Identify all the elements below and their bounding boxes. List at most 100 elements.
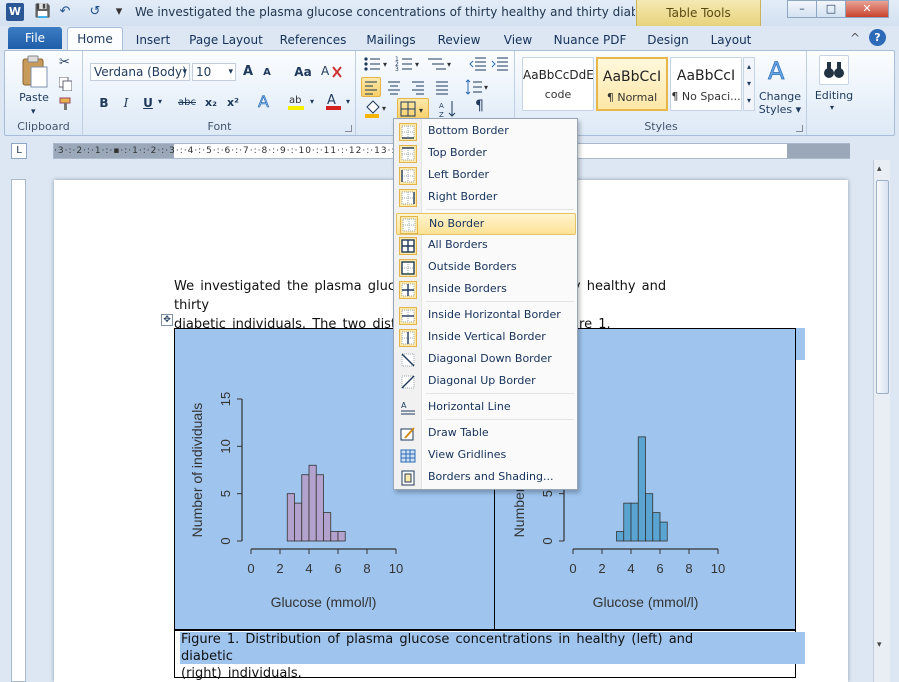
multilevel-list-icon[interactable]: ▾ (427, 55, 455, 73)
vertical-scrollbar[interactable]: ▴ ▾ (873, 160, 890, 682)
strikethrough-button[interactable]: abc (176, 93, 198, 113)
menu-item-inside-borders[interactable]: Inside Borders (396, 279, 576, 301)
tab-view[interactable]: View (498, 31, 538, 51)
menu-item-no-border[interactable]: No Border (396, 213, 576, 235)
menu-item-diagonal-up-border[interactable]: Diagonal Up Border (396, 371, 576, 393)
save-icon[interactable]: 💾 (34, 3, 52, 21)
align-center-icon[interactable] (385, 78, 403, 96)
change-styles-icon[interactable]: A (766, 53, 796, 87)
tab-selector-icon[interactable]: L (11, 143, 27, 159)
menu-item-top-border[interactable]: Top Border (396, 143, 576, 165)
menu-item-all-borders[interactable]: All Borders (396, 235, 576, 257)
histogram-bar (286, 493, 295, 542)
menu-item-diagonal-down-border[interactable]: Diagonal Down Border (396, 349, 576, 371)
qat-more-icon[interactable]: ▾ (110, 3, 128, 21)
align-left-button[interactable] (361, 77, 381, 97)
format-painter-icon[interactable] (59, 97, 73, 111)
sort-icon[interactable]: AZ (439, 99, 459, 119)
paste-dropdown-icon[interactable]: ▾ (31, 107, 36, 117)
maximize-button[interactable]: □ (816, 0, 846, 18)
align-right-icon[interactable] (409, 78, 427, 96)
shrink-font-button[interactable]: A (259, 63, 275, 83)
show-formatting-marks-button[interactable]: ¶ (475, 98, 484, 114)
collapse-ribbon-icon[interactable]: ^ (850, 31, 860, 45)
increase-indent-icon[interactable] (491, 55, 509, 73)
menu-item-borders-and-shading[interactable]: Borders and Shading... (396, 467, 576, 489)
menu-item-inside-vertical-border[interactable]: Inside Vertical Border (396, 327, 576, 349)
decrease-indent-icon[interactable] (469, 55, 487, 73)
menu-item-draw-table[interactable]: Draw Table (396, 423, 576, 445)
styles-scroll-icon[interactable]: ▴ ▾ ▾ (743, 57, 755, 111)
tab-insert[interactable]: Insert (128, 31, 178, 51)
line-spacing-icon[interactable]: ▾ (465, 78, 491, 96)
italic-button[interactable]: I (118, 93, 134, 113)
text-effects-icon[interactable]: A (256, 91, 278, 112)
tab-nuance-pdf[interactable]: Nuance PDF (552, 31, 628, 51)
copy-icon[interactable] (58, 76, 73, 92)
scroll-up-icon[interactable]: ▴ (877, 164, 882, 174)
editing-dropdown-icon[interactable]: ▾ (830, 103, 834, 112)
highlight-dropdown-icon[interactable]: ▾ (310, 97, 314, 106)
scroll-thumb[interactable] (876, 180, 889, 394)
underline-button[interactable]: U (140, 93, 156, 113)
clear-formatting-icon[interactable]: A (319, 59, 349, 81)
change-styles-button[interactable]: Change Styles ▾ (756, 90, 804, 116)
menu-item-horizontal-line[interactable]: A Horizontal Line (396, 397, 576, 419)
histogram-bar (308, 464, 317, 542)
font-color-icon[interactable]: A (324, 91, 344, 111)
menu-item-inside-horizontal-border[interactable]: Inside Horizontal Border (396, 305, 576, 327)
superscript-button[interactable]: x² (224, 93, 242, 113)
svg-text:A: A (401, 401, 407, 410)
style-no-spacing[interactable]: AaBbCcI ¶ No Spaci... (670, 57, 742, 111)
styles-dialog-launcher-icon[interactable] (796, 125, 803, 132)
highlight-color-icon[interactable]: ab (286, 91, 308, 111)
redo-icon[interactable]: ↺ (86, 3, 104, 21)
binoculars-icon[interactable] (819, 55, 849, 85)
cut-icon[interactable]: ✂ (59, 55, 70, 70)
menu-item-outside-borders[interactable]: Outside Borders (396, 257, 576, 279)
font-size-select[interactable]: 10 ▾ (192, 63, 236, 81)
tab-file[interactable]: File (8, 27, 62, 49)
table-move-handle-icon[interactable]: ✥ (161, 314, 173, 326)
menu-item-bottom-border[interactable]: Bottom Border (396, 121, 576, 143)
font-name-select[interactable]: Verdana (Body) ▾ (90, 63, 190, 81)
change-case-button[interactable]: Aa (290, 62, 316, 82)
help-icon[interactable]: ? (869, 29, 886, 46)
font-label: Font (207, 120, 232, 133)
tab-home[interactable]: Home (67, 27, 123, 51)
menu-item-view-gridlines[interactable]: View Gridlines (396, 445, 576, 467)
undo-icon[interactable]: ↶ (56, 3, 74, 21)
tab-mailings[interactable]: Mailings (362, 31, 420, 51)
font-color-dropdown-icon[interactable]: ▾ (346, 97, 350, 106)
close-button[interactable]: ✕ (845, 0, 889, 18)
paste-button[interactable]: Paste (13, 91, 55, 104)
tab-layout[interactable]: Layout (706, 31, 756, 51)
menu-item-label: Diagonal Down Border (428, 352, 552, 365)
word-app-icon[interactable]: W (6, 3, 24, 21)
scroll-down-icon[interactable]: ▾ (877, 640, 882, 650)
editing-button[interactable]: Editing (809, 89, 859, 102)
figure-caption[interactable]: Figure 1. Distribution of plasma glucose… (181, 631, 751, 682)
tab-review[interactable]: Review (433, 31, 485, 51)
borders-button[interactable]: ▾ (397, 98, 429, 120)
paste-icon[interactable] (19, 55, 49, 89)
editing-group[interactable]: Editing ▾ (809, 51, 865, 135)
tab-references[interactable]: References (278, 31, 348, 51)
numbering-icon[interactable]: 1 2 3 ▾ (395, 55, 423, 73)
bold-button[interactable]: B (96, 93, 112, 113)
grow-font-button[interactable]: A (239, 62, 257, 82)
font-dialog-launcher-icon[interactable] (345, 125, 352, 132)
style-code[interactable]: AaBbCcDdE code (522, 57, 594, 111)
menu-item-left-border[interactable]: Left Border (396, 165, 576, 187)
subscript-button[interactable]: x₂ (202, 93, 220, 113)
vertical-ruler[interactable] (11, 179, 26, 682)
justify-icon[interactable] (433, 78, 451, 96)
tab-page-layout[interactable]: Page Layout (188, 31, 264, 51)
underline-dropdown-icon[interactable]: ▾ (158, 97, 162, 106)
style-normal[interactable]: AaBbCcI ¶ Normal (596, 57, 668, 111)
shading-icon[interactable]: ▾ (363, 99, 389, 119)
menu-item-right-border[interactable]: Right Border (396, 187, 576, 209)
bullets-icon[interactable]: ▾ (363, 55, 391, 73)
tab-design[interactable]: Design (642, 31, 694, 51)
minimize-button[interactable]: – (787, 0, 817, 18)
